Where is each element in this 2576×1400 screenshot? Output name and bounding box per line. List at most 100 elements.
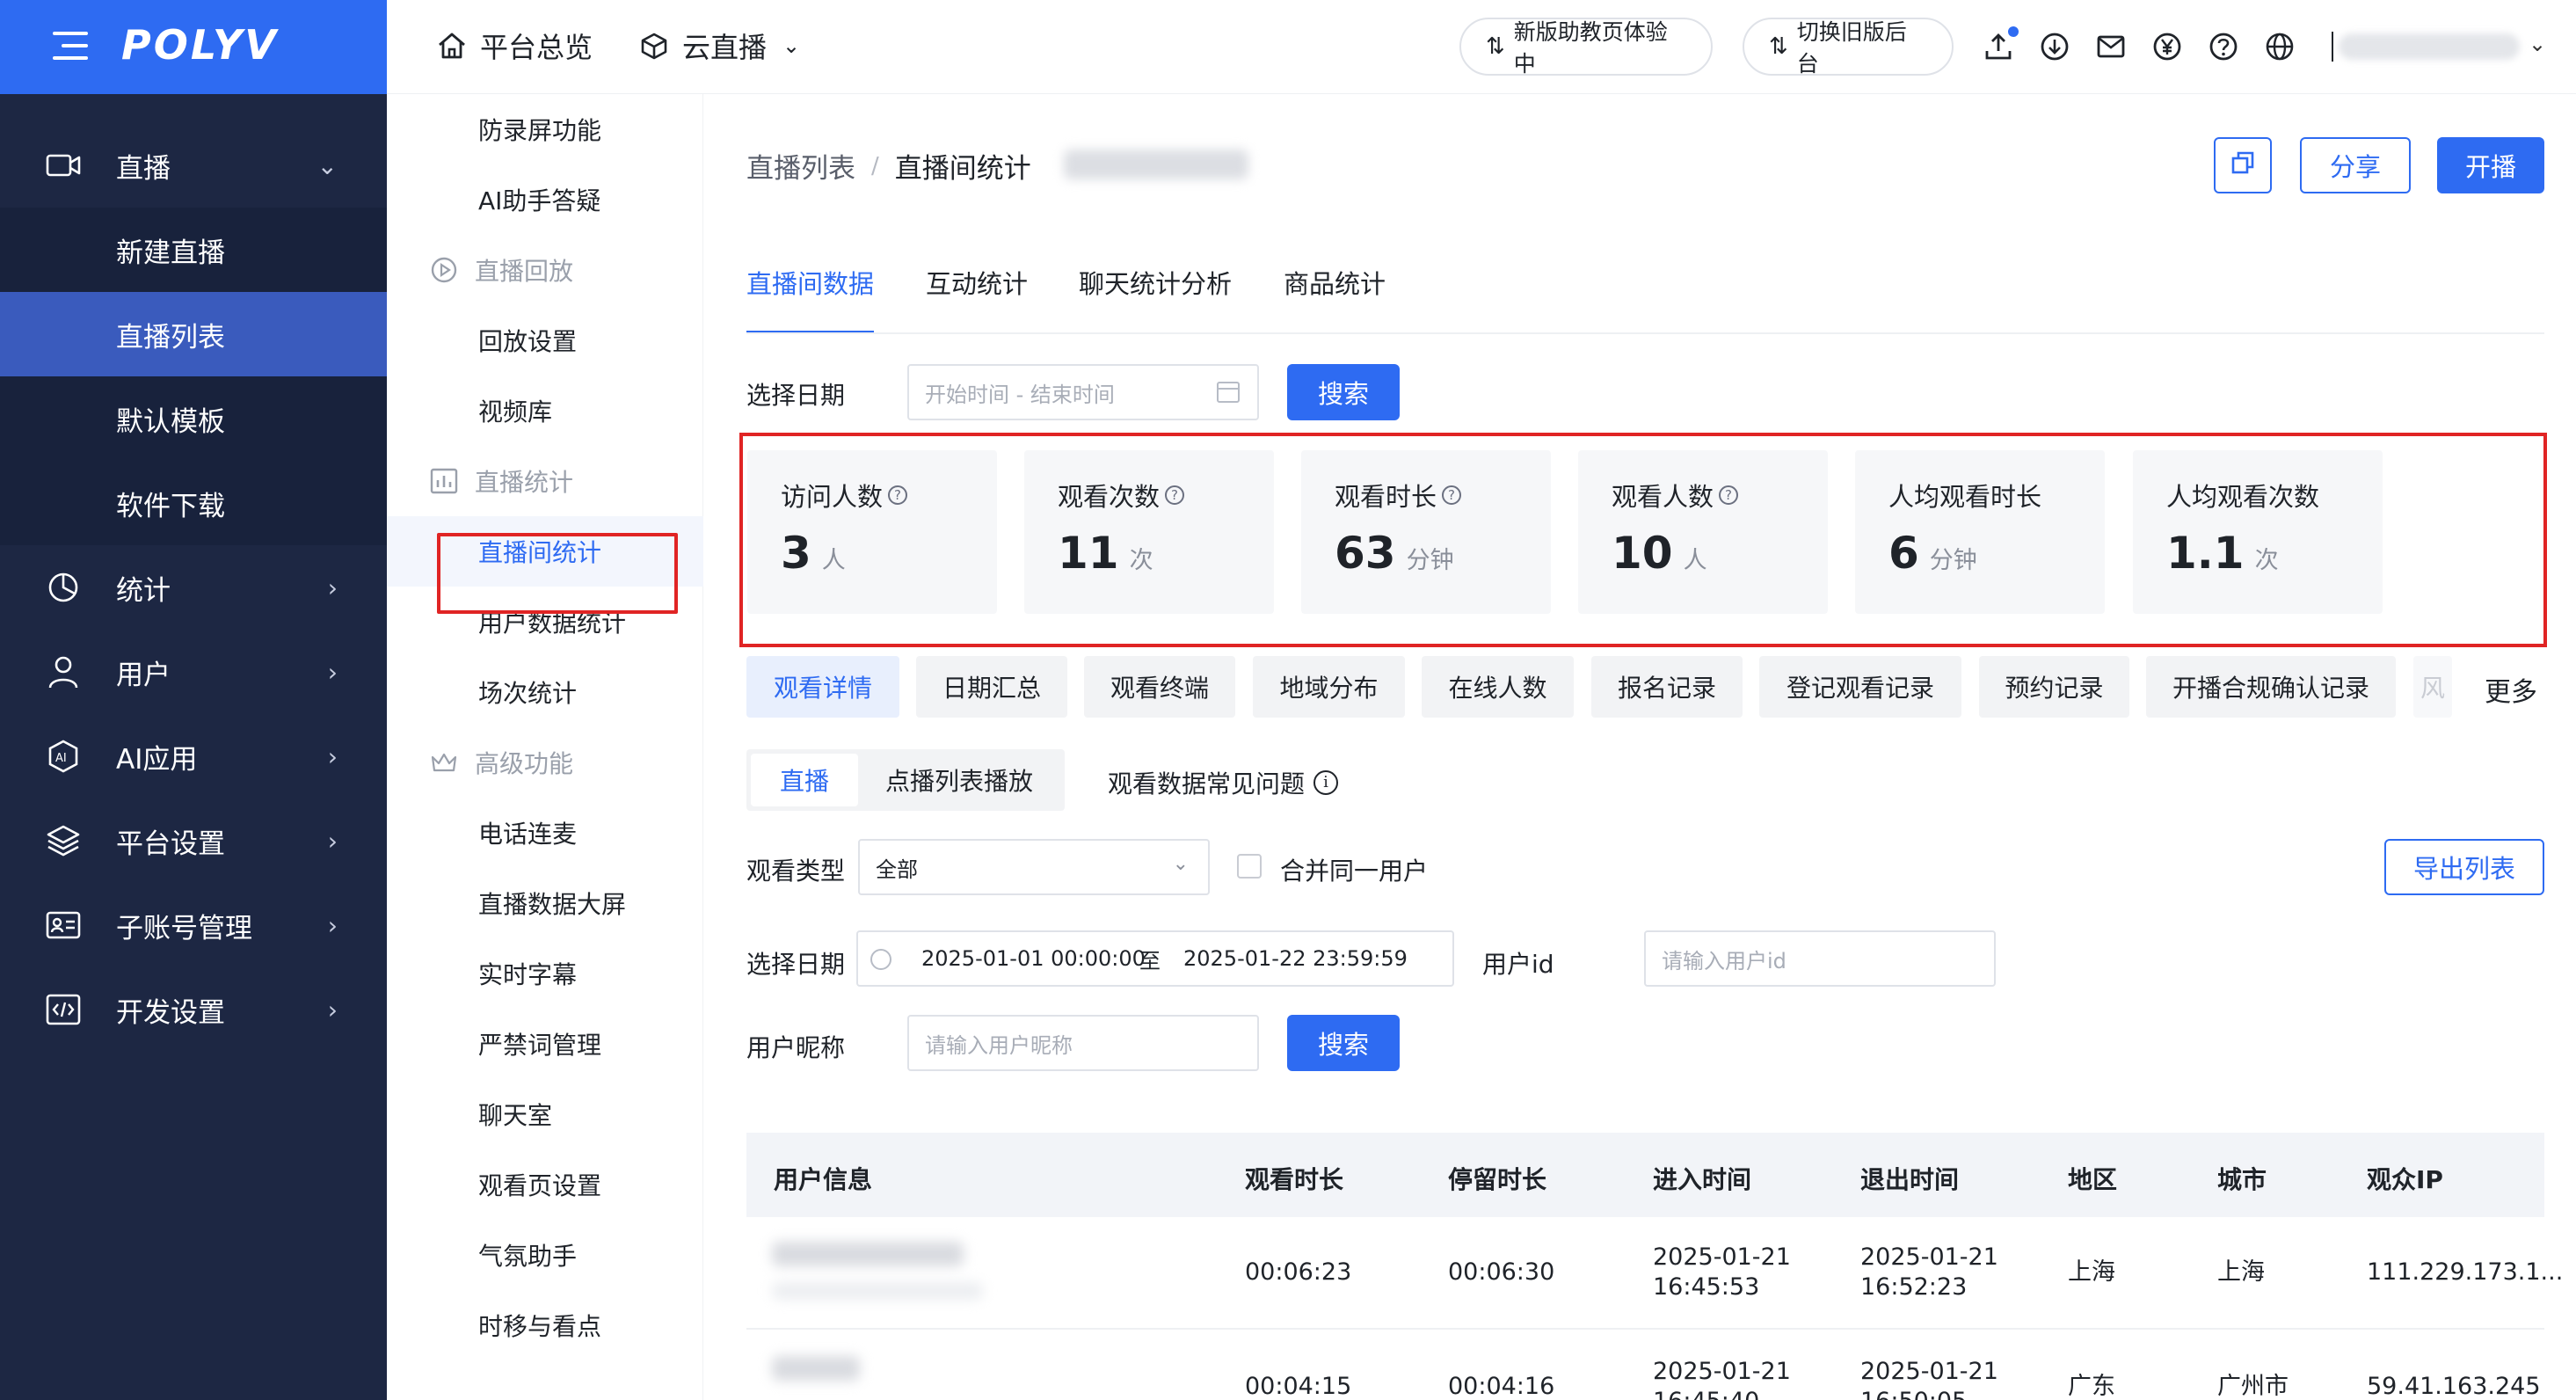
col-exit-time[interactable]: 退出时间 xyxy=(1860,1161,1959,1196)
platform-overview-link[interactable]: 平台总览 xyxy=(436,26,593,65)
col-enter-time[interactable]: 进入时间 xyxy=(1653,1161,1751,1196)
userid-input[interactable]: 请输入用户id xyxy=(1644,930,1996,987)
tab-chat-analysis[interactable]: 聊天统计分析 xyxy=(1079,264,1232,334)
subnav-item-video-library[interactable]: 视频库 xyxy=(387,376,703,446)
user-account-menu[interactable] xyxy=(2339,33,2520,60)
upload-icon[interactable] xyxy=(1982,25,2020,63)
tab-watch-terminal[interactable]: 观看终端 xyxy=(1084,656,1235,718)
subnav-item-label: 气氛助手 xyxy=(478,1242,578,1271)
download-icon[interactable] xyxy=(2038,30,2071,63)
userid-placeholder: 请输入用户id xyxy=(1662,948,1786,973)
id-card-icon xyxy=(44,906,83,944)
more-tabs-button[interactable]: 更多 xyxy=(2485,670,2537,709)
date-range-picker[interactable]: 2025-01-01 00:00:00 至 2025-01-22 23:59:5… xyxy=(856,930,1454,987)
billing-icon[interactable] xyxy=(2150,30,2184,63)
tab-reservation-records[interactable]: 预约记录 xyxy=(1979,656,2129,718)
col-watch-duration[interactable]: 观看时长 xyxy=(1245,1161,1343,1196)
export-list-button[interactable]: 导出列表 xyxy=(2384,839,2544,895)
switch-old-backend-button[interactable]: ⇅ 切换旧版后台 xyxy=(1743,18,1954,77)
stat-title: 观看次数 xyxy=(1058,482,1161,512)
subnav-item-ai-assistant[interactable]: AI助手答疑 xyxy=(387,164,703,235)
switch-arrows-icon: ⇅ xyxy=(1769,33,1788,60)
stat-title: 人均观看时长 xyxy=(1888,482,2042,512)
play-mode-segment: 直播 点播列表播放 xyxy=(746,749,1065,811)
question-icon[interactable]: ? xyxy=(888,485,908,505)
notification-badge xyxy=(2006,25,2020,39)
subnav-item-data-screen[interactable]: 直播数据大屏 xyxy=(387,868,703,938)
subnav-item-live-caption[interactable]: 实时字幕 xyxy=(387,938,703,1009)
copy-button[interactable] xyxy=(2214,137,2272,193)
tab-product-stats[interactable]: 商品统计 xyxy=(1284,264,1386,334)
faq-label: 观看数据常见问题 xyxy=(1108,769,1306,798)
mail-icon[interactable] xyxy=(2094,30,2128,63)
sidebar-item-default-template[interactable]: 默认模板 xyxy=(0,376,387,461)
tab-watch-detail[interactable]: 观看详情 xyxy=(746,656,899,718)
subnav-item-watch-page[interactable]: 观看页设置 xyxy=(387,1149,703,1220)
tab-date-summary[interactable]: 日期汇总 xyxy=(916,656,1067,718)
stat-title: 观看人数 xyxy=(1612,482,1714,512)
sidebar-item-new-live[interactable]: 新建直播 xyxy=(0,208,387,292)
new-assistant-page-toggle[interactable]: ⇅ 新版助教页体验中 xyxy=(1459,18,1713,77)
segment-live[interactable]: 直播 xyxy=(751,754,858,806)
subnav-item-playback-settings[interactable]: 回放设置 xyxy=(387,305,703,376)
menu-toggle-icon[interactable] xyxy=(53,32,88,60)
sidebar-item-subaccounts[interactable]: 子账号管理 › xyxy=(0,883,387,967)
sidebar-item-live[interactable]: 直播 ⌄ xyxy=(0,123,387,208)
nickname-input[interactable]: 请输入用户昵称 xyxy=(907,1015,1259,1071)
segment-vod-list[interactable]: 点播列表播放 xyxy=(858,754,1060,806)
watch-duration: 00:06:23 xyxy=(1245,1258,1352,1286)
tab-compliance-records[interactable]: 开播合规确认记录 xyxy=(2146,656,2396,718)
chevron-down-icon[interactable]: ⌄ xyxy=(2529,32,2546,56)
sidebar-item-platform-settings[interactable]: 平台设置 › xyxy=(0,798,387,883)
tab-interaction-stats[interactable]: 互动统计 xyxy=(926,264,1028,334)
sidebar-item-dev-settings[interactable]: 开发设置 › xyxy=(0,967,387,1052)
main-sidebar: POLYV 直播 ⌄ 新建直播 直播列表 默认模板 软件下载 统计 › 用户 ›… xyxy=(0,0,387,1400)
subnav-item-anti-recording[interactable]: 防录屏功能 xyxy=(387,94,703,164)
share-button[interactable]: 分享 xyxy=(2300,137,2411,193)
sidebar-item-ai[interactable]: AI AI应用 › xyxy=(0,714,387,798)
subnav-item-banned-words[interactable]: 严禁词管理 xyxy=(387,1009,703,1079)
tab-room-data[interactable]: 直播间数据 xyxy=(746,264,875,334)
help-icon[interactable] xyxy=(2207,30,2240,63)
sidebar-item-live-list[interactable]: 直播列表 xyxy=(0,292,387,376)
sidebar-item-stats[interactable]: 统计 › xyxy=(0,545,387,630)
enter-date: 2025-01-21 xyxy=(1653,1358,1791,1385)
product-switcher[interactable]: 云直播 ⌄ xyxy=(638,26,800,65)
view-type-select[interactable]: 全部 ⌄ xyxy=(858,839,1210,895)
stat-value: 6 xyxy=(1888,528,1919,579)
start-live-button[interactable]: 开播 xyxy=(2437,137,2544,193)
highlight-box xyxy=(437,533,678,614)
tab-region-distribution[interactable]: 地域分布 xyxy=(1253,656,1405,718)
subnav-item-timeshift[interactable]: 时移与看点 xyxy=(387,1290,703,1360)
filter-search-button[interactable]: 搜索 xyxy=(1287,1015,1400,1071)
tab-overflow[interactable]: 风 xyxy=(2413,656,2452,718)
sidebar-item-label: 新建直播 xyxy=(116,237,225,269)
globe-icon[interactable] xyxy=(2263,30,2296,63)
chevron-down-icon: ⌄ xyxy=(782,33,801,58)
sidebar-item-software-download[interactable]: 软件下载 xyxy=(0,461,387,545)
subnav-item-phone-mic[interactable]: 电话连麦 xyxy=(387,798,703,868)
date-range-input[interactable]: 开始时间 - 结束时间 xyxy=(907,364,1259,420)
brand-logo[interactable]: POLYV xyxy=(121,21,279,69)
sidebar-item-users[interactable]: 用户 › xyxy=(0,630,387,714)
merge-user-checkbox[interactable] xyxy=(1237,854,1262,879)
breadcrumb-separator: / xyxy=(871,152,879,179)
date-search-button[interactable]: 搜索 xyxy=(1287,364,1400,420)
sidebar-item-label: AI应用 xyxy=(116,743,198,776)
question-icon[interactable]: ? xyxy=(1165,485,1185,505)
subnav-item-atmosphere[interactable]: 气氛助手 xyxy=(387,1220,703,1290)
subnav-item-chatroom[interactable]: 聊天室 xyxy=(387,1079,703,1149)
question-icon[interactable]: ? xyxy=(1442,485,1462,505)
faq-link[interactable]: 观看数据常见问题 i xyxy=(1108,765,1339,800)
merge-user-label: 合并同一用户 xyxy=(1280,857,1429,886)
col-stay-duration[interactable]: 停留时长 xyxy=(1448,1161,1546,1196)
exit-time: 16:50:05 xyxy=(1860,1387,1967,1400)
question-icon[interactable]: ? xyxy=(1719,485,1739,505)
stat-unit: 分钟 xyxy=(1929,547,1977,574)
breadcrumb-parent[interactable]: 直播列表 xyxy=(746,146,855,186)
stat-title: 人均观看次数 xyxy=(2166,482,2320,512)
tab-signup-records[interactable]: 报名记录 xyxy=(1591,656,1743,718)
tab-registration-watch-records[interactable]: 登记观看记录 xyxy=(1759,656,1961,718)
tab-online-count[interactable]: 在线人数 xyxy=(1422,656,1574,718)
subnav-item-session-stats[interactable]: 场次统计 xyxy=(387,657,703,727)
